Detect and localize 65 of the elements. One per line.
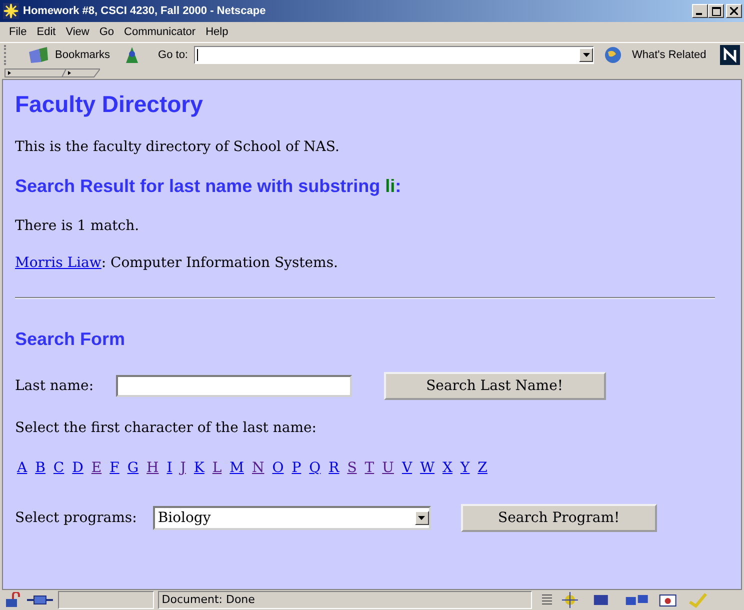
status-text: Document: Done bbox=[158, 591, 532, 609]
form-heading: Search Form bbox=[15, 329, 126, 350]
letter-link[interactable]: E bbox=[89, 460, 104, 476]
letter-link[interactable]: D bbox=[70, 460, 86, 476]
collapsed-toolbar-tabs[interactable] bbox=[4, 68, 100, 78]
letter-link[interactable]: S bbox=[345, 460, 359, 476]
intro-text: This is the faculty directory of School of NAS. bbox=[15, 139, 340, 155]
letter-link[interactable]: N bbox=[250, 460, 266, 476]
letter-link[interactable]: R bbox=[326, 460, 342, 476]
letter-link[interactable]: U bbox=[380, 460, 396, 476]
faculty-link[interactable]: Morris Liaw bbox=[15, 255, 102, 271]
dropdown-button[interactable] bbox=[579, 48, 593, 62]
letter-link[interactable]: V bbox=[400, 460, 414, 476]
result-text: Morris Liaw: Computer Information Systems. bbox=[15, 255, 339, 271]
last-name-field[interactable] bbox=[116, 375, 352, 397]
menu-item[interactable]: Communicator bbox=[119, 26, 201, 38]
n-logo-icon bbox=[720, 45, 740, 65]
letter-link[interactable]: K bbox=[192, 460, 206, 476]
last-name-label: Last name: bbox=[15, 378, 94, 394]
letter-link[interactable]: J bbox=[178, 460, 188, 476]
letter-link[interactable]: Y bbox=[458, 460, 472, 476]
letter-link[interactable]: O bbox=[270, 460, 286, 476]
letter-link[interactable]: H bbox=[144, 460, 161, 476]
close-icon bbox=[730, 7, 738, 15]
result-heading: Search Result for last name with substring li: bbox=[15, 176, 402, 197]
menu-item[interactable]: Go bbox=[94, 26, 120, 38]
close-button[interactable] bbox=[726, 4, 742, 18]
bookmarks-button[interactable]: Bookmarks bbox=[27, 46, 110, 64]
letters-instruction: Select the first character of the last name: bbox=[15, 420, 318, 436]
letter-link[interactable]: T bbox=[362, 460, 376, 476]
star-burst-icon bbox=[3, 3, 19, 19]
whats-related-button[interactable]: What's Related bbox=[604, 46, 706, 64]
letter-link[interactable]: A bbox=[15, 460, 30, 476]
letter-link[interactable]: Z bbox=[476, 460, 490, 476]
letter-link[interactable]: X bbox=[440, 460, 454, 476]
letter-link[interactable]: B bbox=[33, 460, 48, 476]
menu-item[interactable]: File bbox=[4, 26, 32, 38]
letter-link[interactable]: F bbox=[108, 460, 122, 476]
maximize-icon bbox=[712, 6, 720, 16]
letter-link[interactable]: G bbox=[125, 460, 141, 476]
dropdown-button[interactable] bbox=[414, 511, 429, 525]
letter-link[interactable]: P bbox=[290, 460, 304, 476]
match-count-text: There is 1 match. bbox=[15, 218, 140, 234]
search-last-name-button[interactable]: Search Last Name! bbox=[384, 372, 606, 400]
go-to-label: Go to: bbox=[158, 49, 188, 61]
window-title: Homework #8, CSCI 4230, Fall 2000 - Netscape bbox=[23, 5, 267, 17]
maximize-button[interactable] bbox=[708, 4, 724, 18]
letter-link[interactable]: W bbox=[418, 460, 436, 476]
letter-link[interactable]: I bbox=[164, 460, 174, 476]
page-heading: Faculty Directory bbox=[15, 91, 204, 118]
caret-icon bbox=[582, 53, 590, 57]
menu-item[interactable]: Edit bbox=[32, 26, 61, 38]
minimize-button[interactable] bbox=[692, 4, 708, 18]
letter-link[interactable]: C bbox=[51, 460, 66, 476]
lock-icon bbox=[4, 592, 22, 608]
menu-item[interactable]: Help bbox=[200, 26, 234, 38]
programs-dropdown[interactable]: Biology bbox=[152, 506, 431, 530]
letter-link[interactable]: M bbox=[228, 460, 246, 476]
menu-item[interactable]: View bbox=[60, 26, 94, 38]
search-program-button[interactable]: Search Program! bbox=[460, 504, 657, 532]
letter-link[interactable]: Q bbox=[307, 460, 323, 476]
caret-icon bbox=[418, 516, 426, 520]
letter-link[interactable]: L bbox=[210, 460, 224, 476]
programs-label: Select programs: bbox=[15, 510, 137, 526]
location-field[interactable] bbox=[194, 46, 594, 64]
